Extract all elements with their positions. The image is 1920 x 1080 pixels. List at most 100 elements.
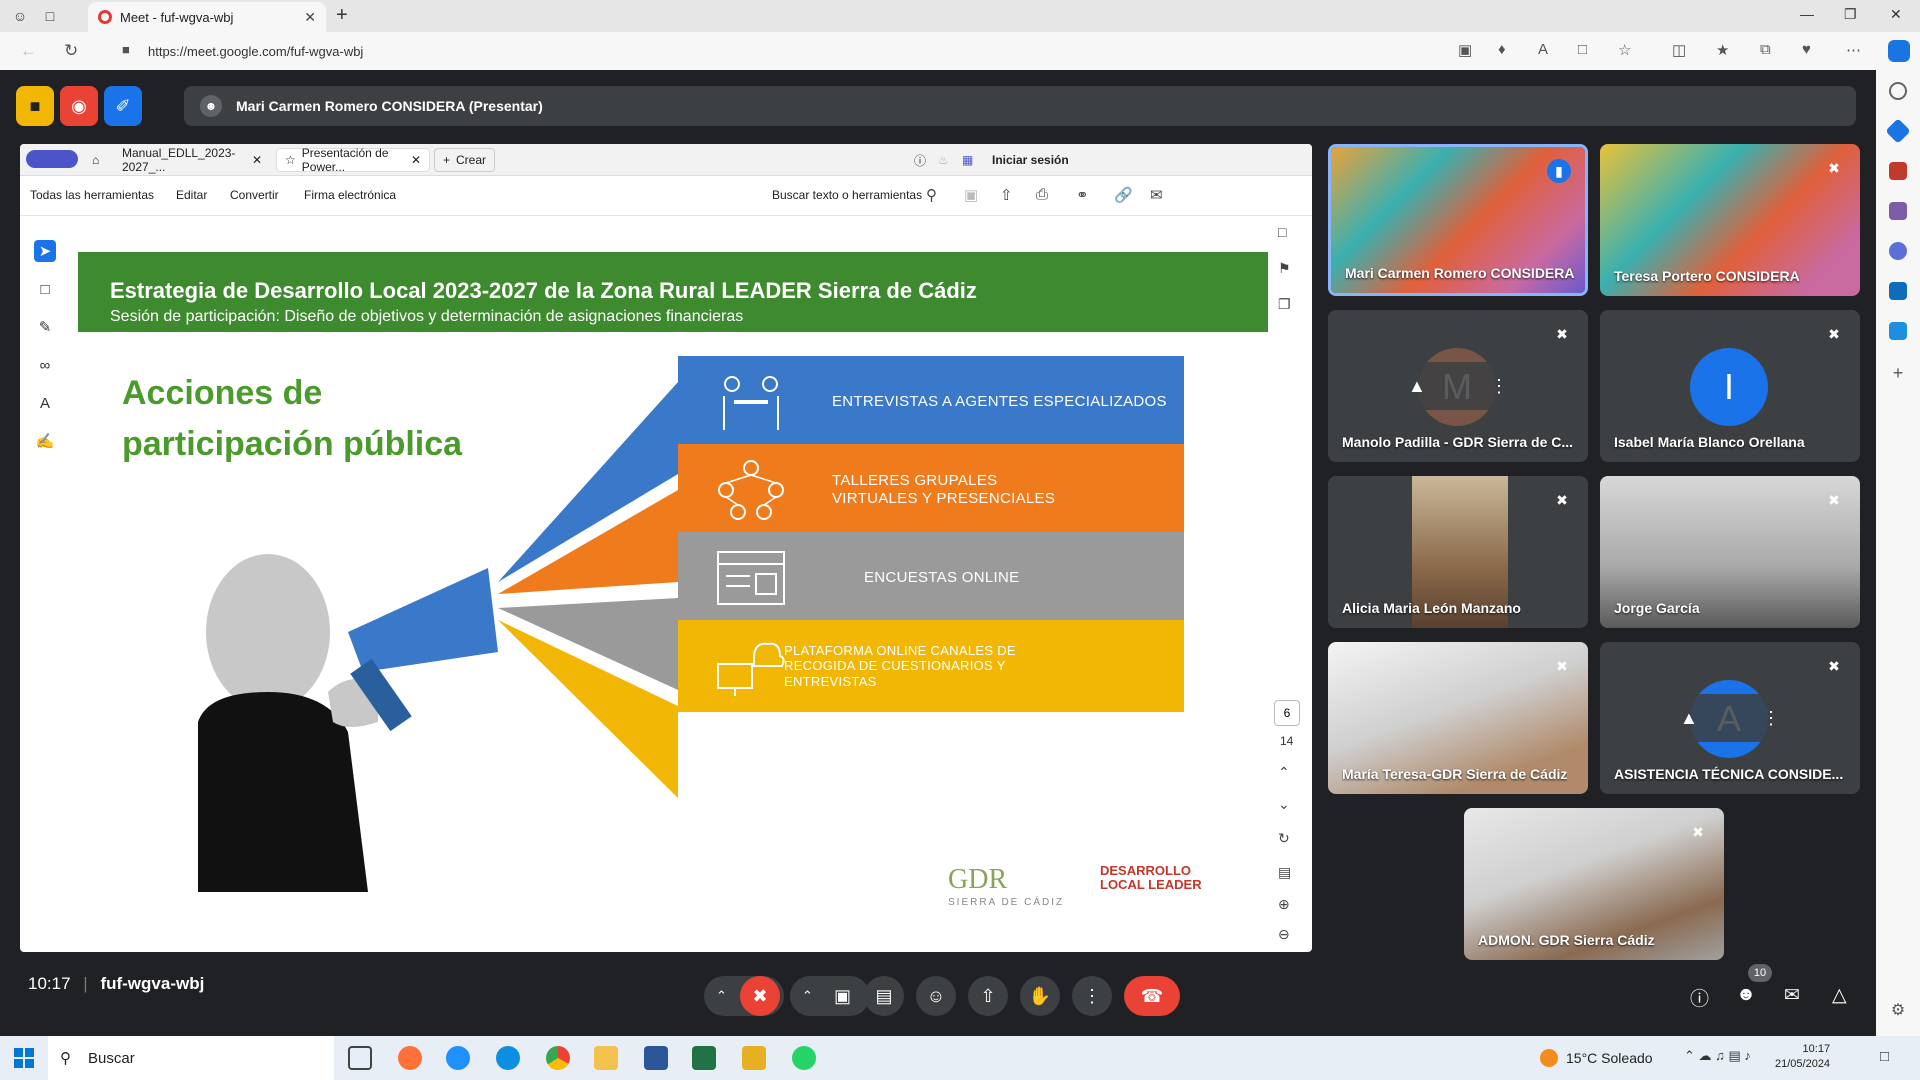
close-icon[interactable]: ✕ bbox=[252, 153, 262, 167]
pdf-tab-2[interactable]: ☆ Presentación de Power... ✕ bbox=[276, 146, 430, 174]
back-icon[interactable]: ← bbox=[20, 41, 37, 61]
site-info-icon[interactable]: ■ bbox=[122, 42, 130, 57]
more-options-icon[interactable]: ⋮ bbox=[1762, 708, 1780, 729]
add-sidebar-app-icon[interactable]: + bbox=[1889, 364, 1907, 382]
page-down-icon[interactable]: ⌄ bbox=[1278, 796, 1290, 813]
copilot-icon[interactable] bbox=[1888, 40, 1910, 62]
people-icon[interactable]: ☻ bbox=[1736, 984, 1756, 1006]
favorites-icon[interactable]: ★ bbox=[1716, 41, 1729, 59]
search-tools-label[interactable]: Buscar texto o herramientas bbox=[772, 188, 922, 202]
activities-button[interactable]: ✐ bbox=[104, 86, 142, 126]
taskbar-clock[interactable]: 10:17 21/05/2024 bbox=[1775, 1042, 1830, 1073]
whatsapp-icon[interactable] bbox=[792, 1046, 816, 1070]
firefox-icon[interactable] bbox=[398, 1046, 422, 1070]
windows-start-icon[interactable] bbox=[14, 1048, 34, 1068]
close-tab-icon[interactable]: ✕ bbox=[304, 9, 316, 26]
sign-in-button[interactable]: Iniciar sesión bbox=[984, 148, 1077, 172]
print-icon[interactable]: ⎙ bbox=[1036, 186, 1048, 203]
sign-icon[interactable]: ✍ bbox=[34, 430, 56, 452]
recording-button[interactable]: ◉ bbox=[60, 86, 98, 126]
highlight-pen-icon[interactable]: ✎ bbox=[34, 316, 56, 338]
excel-icon[interactable] bbox=[692, 1046, 716, 1070]
mic-off-icon[interactable]: ✖ bbox=[740, 976, 780, 1016]
participant-tile[interactable]: ✖ María Teresa-GDR Sierra de Cádiz bbox=[1328, 642, 1588, 794]
comments-icon[interactable]: □ bbox=[1278, 224, 1286, 240]
pages-icon[interactable]: ❐ bbox=[1278, 296, 1291, 313]
home-icon[interactable]: ⌂ bbox=[84, 148, 107, 172]
pin-icon[interactable]: ▲ bbox=[1408, 376, 1426, 397]
collections-icon[interactable]: ⧉ bbox=[1760, 41, 1771, 58]
add-comment-icon[interactable]: □ bbox=[34, 278, 56, 300]
participant-tile[interactable]: ✖ Teresa Portero CONSIDERA bbox=[1600, 144, 1860, 296]
chrome-icon[interactable] bbox=[546, 1046, 570, 1070]
tools-icon[interactable] bbox=[1889, 162, 1907, 180]
create-button[interactable]: + Crear bbox=[434, 148, 496, 172]
participant-tile[interactable]: ✖ Jorge García bbox=[1600, 476, 1860, 628]
participant-tile[interactable]: M ▲ ⋮ ✖ Manolo Padilla - GDR Sierra de C… bbox=[1328, 310, 1588, 462]
close-window-icon[interactable]: ✕ bbox=[1890, 6, 1902, 23]
profile-icon[interactable]: ☺ bbox=[10, 6, 30, 26]
all-tools-menu[interactable]: Todas las herramientas bbox=[30, 188, 154, 202]
minimize-icon[interactable]: — bbox=[1800, 6, 1814, 22]
edit-menu[interactable]: Editar bbox=[176, 188, 207, 202]
text-box-icon[interactable]: A bbox=[34, 392, 56, 414]
outlook-icon[interactable] bbox=[1889, 282, 1907, 300]
camera-indicator-icon[interactable]: ▣ bbox=[1458, 41, 1472, 59]
notifications-icon[interactable]: □ bbox=[1880, 1048, 1889, 1065]
draw-lasso-icon[interactable]: ∞ bbox=[34, 354, 56, 376]
new-tab-button[interactable]: + bbox=[336, 4, 348, 27]
save-icon[interactable]: ▣ bbox=[964, 186, 978, 204]
more-menu-icon[interactable]: ⋯ bbox=[1846, 41, 1861, 59]
participant-tile[interactable]: ✖ ADMON. GDR Sierra Cádiz bbox=[1464, 808, 1724, 960]
taskbar-search[interactable]: ⚲ Buscar bbox=[48, 1036, 334, 1080]
present-button[interactable]: ⇧ bbox=[968, 976, 1008, 1016]
reactions-button[interactable]: ☺ bbox=[916, 976, 956, 1016]
page-up-icon[interactable]: ⌃ bbox=[1278, 764, 1290, 781]
edge-icon[interactable] bbox=[496, 1046, 520, 1070]
search-icon[interactable]: ⚲ bbox=[926, 186, 937, 204]
mic-options-chevron-icon[interactable]: ⌃ bbox=[716, 988, 727, 1004]
chat-icon[interactable]: ✉ bbox=[1784, 984, 1800, 1007]
tab-actions-icon[interactable]: □ bbox=[40, 6, 60, 26]
activities-icon[interactable]: △ bbox=[1832, 984, 1847, 1007]
file-explorer-icon[interactable] bbox=[594, 1046, 618, 1070]
participant-tile[interactable]: I ✖ Isabel María Blanco Orellana bbox=[1600, 310, 1860, 462]
esign-menu[interactable]: Firma electrónica bbox=[304, 188, 396, 202]
bookmarks-icon[interactable]: ⚑ bbox=[1278, 260, 1291, 277]
word-icon[interactable] bbox=[644, 1046, 668, 1070]
tile-hover-controls[interactable]: ▲ ⋮ bbox=[1662, 694, 1798, 742]
zoom-in-icon[interactable]: ⊕ bbox=[1278, 896, 1290, 913]
zoom-out-icon[interactable]: ⊖ bbox=[1278, 926, 1290, 943]
camera-options-chevron-icon[interactable]: ⌃ bbox=[802, 988, 813, 1004]
raise-hand-button[interactable]: ✋ bbox=[1020, 976, 1060, 1016]
upload-cloud-icon[interactable]: ⇧ bbox=[1000, 186, 1013, 204]
app-available-icon[interactable]: □ bbox=[1578, 41, 1587, 58]
participant-tile[interactable]: A ▲ ⋮ ✖ ASISTENCIA TÉCNICA CONSIDE... bbox=[1600, 642, 1860, 794]
more-options-button[interactable]: ⋮ bbox=[1072, 976, 1112, 1016]
camera-control[interactable]: ⌃ ▣ bbox=[790, 976, 870, 1016]
email-icon[interactable]: ✉ bbox=[1150, 186, 1163, 204]
bell-icon[interactable]: ♨ bbox=[930, 148, 957, 172]
apps-grid-icon[interactable]: ▦ bbox=[954, 148, 981, 172]
refresh-icon[interactable]: ↻ bbox=[64, 41, 78, 61]
page-info-icon[interactable]: ▤ bbox=[1278, 864, 1291, 881]
read-aloud-icon[interactable]: A bbox=[1538, 41, 1548, 58]
participant-tile[interactable]: ✖ Alicia Maria León Manzano bbox=[1328, 476, 1588, 628]
split-screen-icon[interactable]: ◫ bbox=[1672, 41, 1686, 59]
pdf-tab-1[interactable]: Manual_EDLL_2023-2027_... ✕ bbox=[114, 146, 270, 174]
more-options-icon[interactable]: ⋮ bbox=[1490, 376, 1508, 397]
meeting-details-icon[interactable]: ⓘ bbox=[1690, 984, 1709, 1011]
mic-control[interactable]: ⌃ ✖ bbox=[704, 976, 784, 1016]
games-icon[interactable] bbox=[1889, 202, 1907, 220]
rotate-icon[interactable]: ↻ bbox=[1278, 830, 1290, 847]
weather-widget[interactable]: 15°C Soleado bbox=[1540, 1049, 1653, 1067]
participant-tile[interactable]: ▮ Mari Carmen Romero CONSIDERA bbox=[1328, 144, 1588, 296]
browser-essentials-icon[interactable]: ♥ bbox=[1802, 41, 1811, 58]
notifications-blocked-icon[interactable]: ♦ bbox=[1498, 41, 1506, 58]
favorite-star-icon[interactable]: ☆ bbox=[1618, 41, 1631, 59]
captions-button[interactable]: ▤ bbox=[864, 976, 904, 1016]
url-field[interactable]: ■ https://meet.google.com/fuf-wgva-wbj bbox=[112, 37, 1622, 65]
leave-call-button[interactable]: ☎ bbox=[1124, 976, 1180, 1016]
system-tray-icons[interactable]: ⌃ ☁ ♫ ▤ ♪ bbox=[1684, 1048, 1751, 1064]
folder-icon[interactable] bbox=[742, 1046, 766, 1070]
